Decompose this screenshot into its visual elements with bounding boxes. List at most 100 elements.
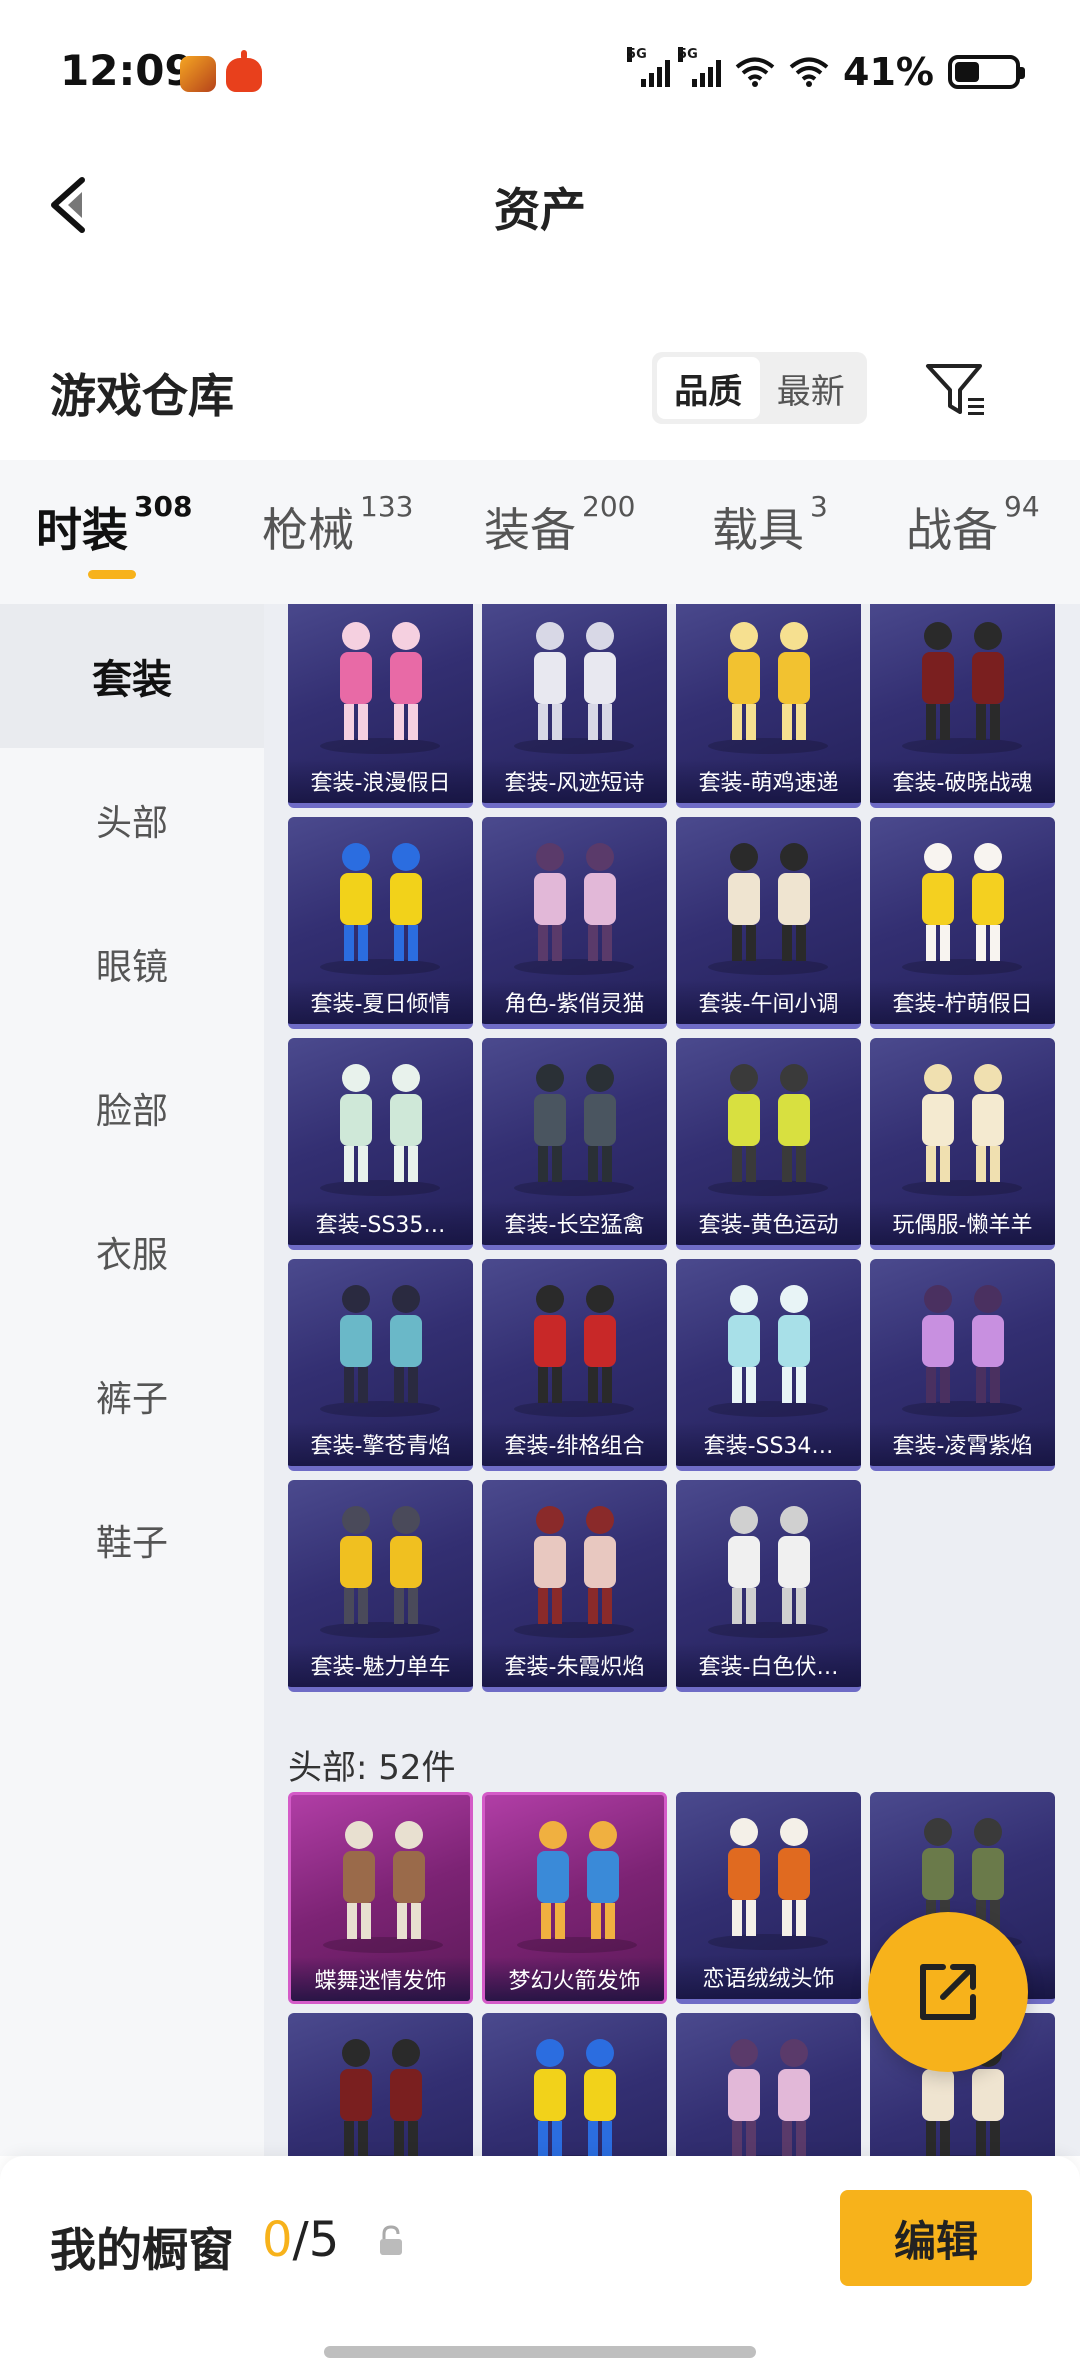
item-card[interactable]: 套装-风迹短诗 <box>482 604 667 808</box>
item-name: 玩偶服-懒羊羊 <box>870 1201 1055 1245</box>
network-type-label: 5G <box>678 47 698 62</box>
item-thumbnail <box>708 1818 828 1950</box>
sort-quality-option[interactable]: 品质 <box>657 357 760 419</box>
item-thumbnail <box>902 622 1022 754</box>
item-card[interactable]: 套装-破晓战魂 <box>870 604 1055 808</box>
showcase-total: /5 <box>292 2212 340 2268</box>
sort-newest-option[interactable]: 最新 <box>760 357 863 419</box>
item-name: 套装-午间小调 <box>676 980 861 1024</box>
share-button[interactable] <box>868 1912 1028 2072</box>
lock-icon <box>376 2224 406 2258</box>
item-card[interactable]: 套装-黄色运动 <box>676 1038 861 1250</box>
item-name: 套装-夏日倾情 <box>288 980 473 1024</box>
item-name: 套装-萌鸡速递 <box>676 759 861 803</box>
item-card[interactable] <box>482 2013 667 2156</box>
sidebar-item-face[interactable]: 脸部 <box>0 1036 264 1180</box>
item-card[interactable]: 套装-凌霄紫焰 <box>870 1259 1055 1471</box>
item-name: 梦幻火箭发饰 <box>485 1957 664 2001</box>
item-name: 套装-SS35… <box>288 1201 473 1245</box>
item-thumbnail <box>708 1285 828 1417</box>
item-card[interactable]: 蝶舞迷情发饰 <box>288 1792 473 2004</box>
item-thumbnail <box>514 843 634 975</box>
sidebar-item-shoes[interactable]: 鞋子 <box>0 1468 264 1612</box>
item-card[interactable]: 梦幻火箭发饰 <box>482 1792 667 2004</box>
sidebar-item-glasses[interactable]: 眼镜 <box>0 892 264 1036</box>
item-thumbnail <box>902 843 1022 975</box>
item-card[interactable] <box>676 2013 861 2156</box>
item-name: 恋语绒绒头饰 <box>676 1955 861 1999</box>
item-thumbnail <box>320 1064 440 1196</box>
item-thumbnail <box>340 2039 422 2156</box>
tab-count: 308 <box>134 490 193 523</box>
item-thumbnail <box>320 622 440 754</box>
sidebar-item-pants[interactable]: 裤子 <box>0 1324 264 1468</box>
item-card[interactable]: 套装-擎苍青焰 <box>288 1259 473 1471</box>
item-card[interactable]: 玩偶服-懒羊羊 <box>870 1038 1055 1250</box>
item-name: 套装-绯格组合 <box>482 1422 667 1466</box>
item-name: 套装-凌霄紫焰 <box>870 1422 1055 1466</box>
tab-count: 133 <box>360 490 414 523</box>
item-card[interactable]: 套装-夏日倾情 <box>288 817 473 1029</box>
home-indicator[interactable] <box>324 2346 756 2358</box>
filter-button[interactable] <box>918 352 994 428</box>
item-card[interactable]: 套装-魅力单车 <box>288 1480 473 1692</box>
item-thumbnail <box>534 2039 616 2156</box>
item-name: 套装-浪漫假日 <box>288 759 473 803</box>
item-card[interactable]: 套装-绯格组合 <box>482 1259 667 1471</box>
tab-firearms[interactable]: 枪械 133 <box>262 490 413 560</box>
showcase-bar: 我的橱窗 0/5 编辑 <box>0 2156 1080 2376</box>
cellular-signal-icon: 5G <box>678 47 722 87</box>
tab-label: 载具 <box>712 503 804 557</box>
item-name: 套装-魅力单车 <box>288 1643 473 1687</box>
cellular-signal-icon: 5G <box>627 47 671 87</box>
tab-vehicles[interactable]: 载具 3 <box>712 490 828 560</box>
item-card[interactable]: 套装-SS35… <box>288 1038 473 1250</box>
sidebar-item-clothes[interactable]: 衣服 <box>0 1180 264 1324</box>
item-name: 套装-白色伏… <box>676 1643 861 1687</box>
item-card[interactable]: 套装-柠萌假日 <box>870 817 1055 1029</box>
item-thumbnail <box>708 622 828 754</box>
game-app-icon <box>180 56 216 92</box>
item-card[interactable]: 恋语绒绒头饰 <box>676 1792 861 2004</box>
item-thumbnail <box>320 1506 440 1638</box>
tab-count: 3 <box>810 490 828 523</box>
tab-combat-gear[interactable]: 战备 94 <box>906 490 1040 560</box>
sidebar-item-head[interactable]: 头部 <box>0 748 264 892</box>
item-card[interactable]: 套装-午间小调 <box>676 817 861 1029</box>
sidebar-item-outfits[interactable]: 套装 <box>0 604 264 748</box>
item-thumbnail <box>708 843 828 975</box>
item-name: 套装-风迹短诗 <box>482 759 667 803</box>
item-thumbnail <box>514 1064 634 1196</box>
item-card[interactable] <box>288 2013 473 2156</box>
item-name: 蝶舞迷情发饰 <box>291 1957 470 2001</box>
item-name: 套装-擎苍青焰 <box>288 1422 473 1466</box>
notification-app-icon <box>226 50 262 92</box>
item-card[interactable]: 套装-朱霞炽焰 <box>482 1480 667 1692</box>
item-card[interactable]: 角色-紫俏灵猫 <box>482 817 667 1029</box>
edit-showcase-button[interactable]: 编辑 <box>840 2190 1032 2286</box>
sort-toggle: 品质 最新 <box>652 352 867 424</box>
item-name: 套装-柠萌假日 <box>870 980 1055 1024</box>
battery-percent: 41% <box>843 50 934 94</box>
item-card[interactable]: 套装-白色伏… <box>676 1480 861 1692</box>
tab-label: 装备 <box>484 503 576 557</box>
tab-equipment[interactable]: 装备 200 <box>484 490 635 560</box>
status-indicators: 5G 5G 41% <box>627 47 1025 94</box>
showcase-label: 我的橱窗 <box>50 2223 234 2277</box>
item-name: 套装-破晓战魂 <box>870 759 1055 803</box>
item-thumbnail <box>708 1506 828 1638</box>
item-card[interactable]: 套装-SS34… <box>676 1259 861 1471</box>
tab-count: 94 <box>1004 490 1040 523</box>
item-name: 套装-黄色运动 <box>676 1201 861 1245</box>
group-title-head: 头部: 52件 <box>288 1748 456 1788</box>
item-thumbnail <box>902 1064 1022 1196</box>
share-external-icon <box>920 1964 976 2020</box>
showcase-current: 0 <box>262 2212 293 2268</box>
item-card[interactable]: 套装-萌鸡速递 <box>676 604 861 808</box>
status-time: 12:09 <box>60 46 194 95</box>
tab-fashion[interactable]: 时装 308 <box>36 490 192 560</box>
network-type-label: 5G <box>627 47 647 62</box>
item-card[interactable]: 套装-长空猛禽 <box>482 1038 667 1250</box>
item-name: 套装-SS34… <box>676 1422 861 1466</box>
item-card[interactable]: 套装-浪漫假日 <box>288 604 473 808</box>
